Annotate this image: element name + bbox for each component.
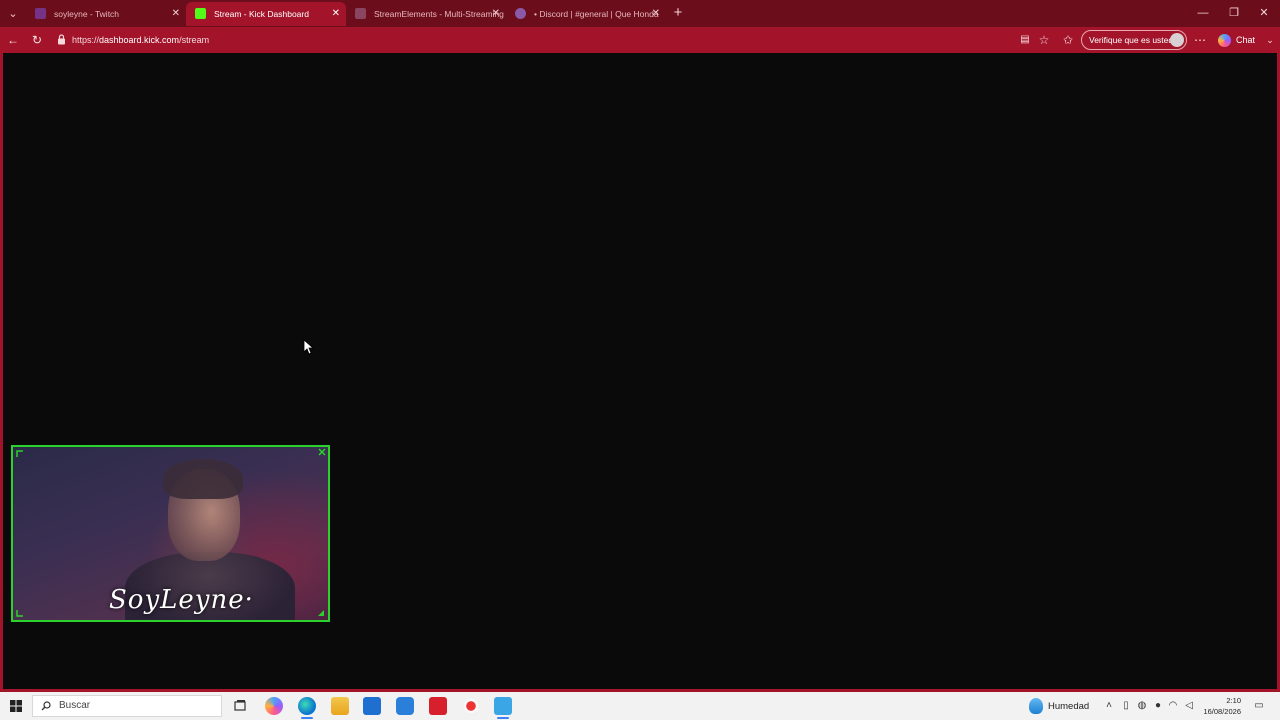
discord-icon: [515, 8, 526, 19]
webcam-overlay[interactable]: SoyLeyne·: [11, 445, 330, 622]
close-tab-icon[interactable]: ✕: [492, 2, 500, 26]
tab-label: • Discord | #general | Que Honda: [534, 9, 659, 19]
more-options-icon[interactable]: ⋯: [1191, 31, 1209, 49]
back-arrow-icon[interactable]: ←: [4, 31, 22, 49]
tab-actions-menu-chevron-icon[interactable]: ⌄: [4, 5, 22, 23]
url-host: dashboard.kick.com: [99, 35, 180, 45]
copilot-app-icon[interactable]: [265, 697, 283, 715]
search-icon: [41, 701, 51, 711]
obs-app-icon[interactable]: [462, 697, 480, 715]
address-bar[interactable]: https://dashboard.kick.com/stream: [72, 32, 209, 48]
network-globe-icon[interactable]: ◍: [1137, 701, 1147, 711]
notepad-app-icon[interactable]: [494, 697, 512, 719]
outlook-icon[interactable]: [396, 697, 414, 715]
microsoft-store-icon[interactable]: [363, 697, 381, 715]
edge-browser-icon[interactable]: [298, 697, 316, 719]
system-clock[interactable]: 2:10 16/08/2026: [1201, 695, 1241, 717]
taskbar-search-input[interactable]: Buscar: [32, 695, 222, 717]
copilot-icon: [1218, 34, 1231, 47]
tab-streamelements[interactable]: StreamElements - Multi-Streaming ✕: [346, 2, 506, 26]
search-placeholder: Buscar: [59, 700, 91, 711]
close-tab-icon[interactable]: ✕: [172, 2, 180, 26]
kick-icon: [195, 8, 206, 19]
new-tab-plus-icon[interactable]: +: [670, 4, 686, 22]
file-explorer-icon[interactable]: [331, 697, 349, 715]
favorites-icon[interactable]: ✩: [1059, 31, 1077, 49]
reload-icon[interactable]: ↻: [28, 31, 46, 49]
webcam-name-label: SoyLeyne·: [109, 585, 254, 615]
lock-icon[interactable]: [57, 34, 66, 45]
tab-strip: ⌄ soyleyne - Twitch ✕ Stream - Kick Dash…: [0, 0, 1280, 27]
tab-discord[interactable]: • Discord | #general | Que Honda ✕: [506, 2, 666, 26]
windows-start-icon[interactable]: [10, 700, 22, 712]
chevron-down-icon[interactable]: ⌄: [1261, 31, 1279, 49]
close-window-icon[interactable]: ✕: [1250, 5, 1278, 21]
wps-office-icon[interactable]: [429, 697, 447, 715]
clock-time: 2:10: [1226, 696, 1241, 705]
verify-label: Verifique que es usted: [1089, 35, 1174, 45]
tab-twitch[interactable]: soyleyne - Twitch ✕: [26, 2, 186, 26]
browser-toolbar: ← ↻ https://dashboard.kick.com/stream ▤ …: [0, 27, 1280, 53]
url-path: /stream: [179, 35, 210, 45]
corner-arrow-icon: [16, 610, 23, 617]
weather-humidity-icon[interactable]: [1029, 698, 1043, 714]
favorite-star-icon[interactable]: ☆: [1035, 31, 1053, 49]
minimize-icon[interactable]: —: [1189, 5, 1217, 21]
restore-icon[interactable]: ❐: [1220, 5, 1248, 21]
corner-arrow-icon: [16, 450, 23, 457]
show-hidden-icons-chevron-icon[interactable]: ˄: [1104, 701, 1114, 711]
webcam-person-hair: [163, 459, 243, 499]
clock-date: 16/08/2026: [1203, 707, 1241, 716]
windows-taskbar: Buscar Humedad ˄ ▯ ◍ ● ◠ ◁ 2:10 16/08/20…: [0, 692, 1280, 720]
corner-close-icon: [318, 448, 326, 456]
tab-kick-dashboard[interactable]: Stream - Kick Dashboard ✕: [186, 2, 346, 26]
chat-label: Chat: [1236, 35, 1256, 45]
reading-view-icon[interactable]: ▤: [1016, 31, 1034, 49]
tab-label: soyleyne - Twitch: [54, 9, 120, 19]
notifications-icon[interactable]: ▭: [1253, 701, 1265, 711]
weather-label[interactable]: Humedad: [1048, 701, 1089, 712]
task-view-icon[interactable]: [231, 697, 249, 715]
corner-resize-icon: [318, 610, 324, 616]
usb-device-icon[interactable]: ▯: [1121, 701, 1131, 711]
microphone-icon[interactable]: ●: [1153, 701, 1163, 711]
tab-label: StreamElements - Multi-Streaming: [374, 9, 504, 19]
avatar: [1170, 33, 1184, 47]
tab-label: Stream - Kick Dashboard: [214, 9, 309, 19]
twitch-icon: [35, 8, 46, 19]
profile-verify-button[interactable]: Verifique que es usted: [1081, 30, 1187, 50]
wifi-icon[interactable]: ◠: [1168, 701, 1178, 711]
close-tab-icon[interactable]: ✕: [652, 2, 660, 26]
close-tab-icon[interactable]: ✕: [332, 2, 340, 26]
volume-icon[interactable]: ◁: [1184, 701, 1194, 711]
mouse-cursor-icon: [303, 339, 313, 355]
copilot-chat-button[interactable]: Chat: [1218, 31, 1255, 49]
url-prefix: https://: [72, 35, 100, 45]
streamelements-icon: [355, 8, 366, 19]
